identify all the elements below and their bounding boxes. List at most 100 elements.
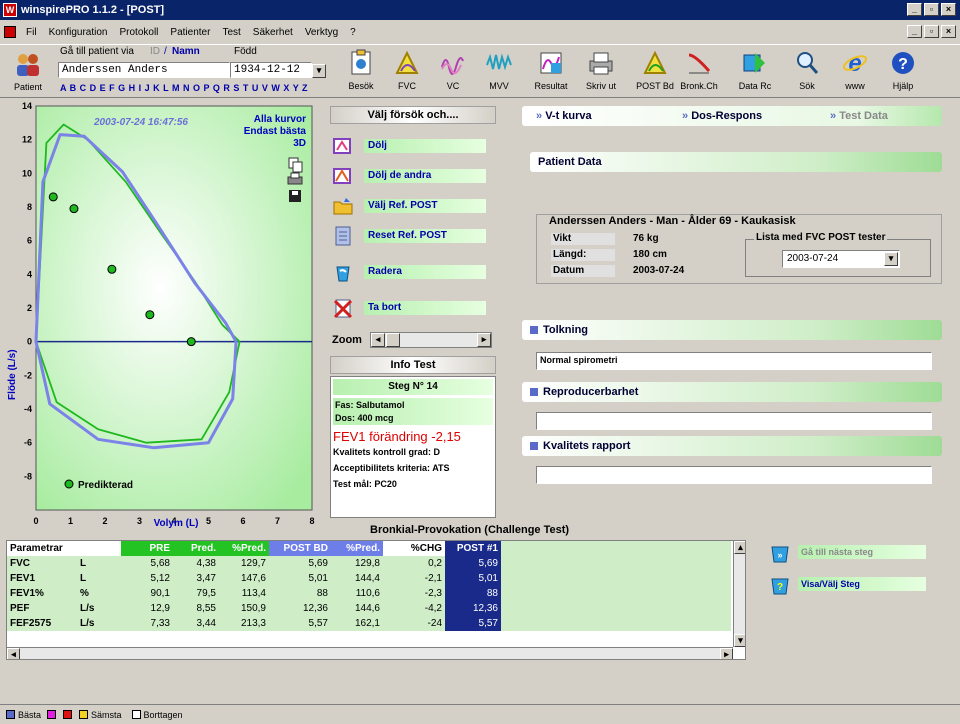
- toolbar-button-vc[interactable]: VC: [430, 46, 476, 96]
- zoom-thumb[interactable]: [386, 333, 400, 347]
- toolbar-button-results[interactable]: Resultat: [528, 46, 574, 96]
- toolbar-button-search[interactable]: Sök: [784, 46, 830, 96]
- bronk-ch-icon: [684, 48, 714, 78]
- scroll-left-arrow[interactable]: ◂: [7, 648, 20, 659]
- delete-button[interactable]: Ta bort: [330, 296, 496, 320]
- show-select-step-button[interactable]: ? Visa/Välj Steg: [766, 572, 928, 596]
- toolbar-button-help[interactable]: ? Hjälp: [880, 46, 926, 96]
- erase-button[interactable]: Radera: [330, 260, 496, 284]
- select-ref-post-button[interactable]: Välj Ref. POST: [330, 194, 496, 218]
- column-header[interactable]: POST #1: [445, 541, 501, 556]
- table-cell: 110,6: [331, 586, 383, 601]
- column-header[interactable]: %Pred.: [219, 541, 269, 556]
- tab-test-data[interactable]: » Test Data: [830, 106, 888, 126]
- height-label: Längd:: [551, 249, 615, 261]
- table-row[interactable]: FEV1%% 90,1 79,5 113,4 88 110,6 -2,3 88: [7, 586, 731, 601]
- chevron-icon: »: [682, 110, 692, 122]
- toolbar-button-data-rc[interactable]: Data Rc: [732, 46, 778, 96]
- table-row[interactable]: FVC L 5,68 4,38 129,7 5,69 129,8 0,2 5,69: [7, 556, 731, 571]
- column-header[interactable]: %CHG: [383, 541, 445, 556]
- menu-protocol[interactable]: Protokoll: [114, 27, 165, 38]
- svg-text:?: ?: [898, 56, 908, 73]
- fvc-post-select[interactable]: 2003-07-24 ▾: [782, 250, 900, 268]
- y-tick-label: -4: [24, 404, 32, 414]
- results-table-area: Parametrar PRE Pred. %Pred. POST BD %Pred. %CH…: [6, 540, 746, 660]
- close-button[interactable]: ×: [941, 3, 956, 16]
- zoom-label: Zoom: [332, 334, 362, 346]
- patient-dob-field[interactable]: 1934-12-12: [230, 62, 312, 78]
- reproducibility-field[interactable]: [536, 412, 932, 430]
- menu-tools[interactable]: Verktyg: [299, 27, 344, 38]
- all-curves-option[interactable]: Alla kurvor: [254, 114, 306, 125]
- hide-others-button[interactable]: Dölj de andra: [330, 164, 496, 188]
- column-header[interactable]: [77, 541, 121, 556]
- alphabet-index[interactable]: A B C D E F G H I J K L M N O P Q R S T …: [60, 83, 308, 93]
- zoom-left-arrow[interactable]: ◂: [371, 333, 385, 347]
- quality-report-field[interactable]: [536, 466, 932, 484]
- reset-ref-post-button[interactable]: Reset Ref. POST: [330, 224, 496, 248]
- patient-button[interactable]: Patient: [2, 47, 54, 97]
- table-cell: PEF: [7, 601, 77, 616]
- menu-help[interactable]: ?: [344, 27, 362, 38]
- table-cell: 0,2: [383, 556, 445, 571]
- predicted-point: [48, 192, 58, 202]
- mdi-close-button[interactable]: ×: [941, 25, 956, 38]
- interpretation-field[interactable]: Normal spirometri: [536, 352, 932, 370]
- mdi-restore-button[interactable]: ▫: [924, 25, 939, 38]
- patient-name-field[interactable]: Anderssen Anders: [58, 62, 230, 78]
- toolbar-button-fvc[interactable]: FVC: [384, 46, 430, 96]
- scroll-right-arrow[interactable]: ▸: [720, 648, 733, 659]
- column-header[interactable]: %Pred.: [331, 541, 383, 556]
- zoom-slider[interactable]: ◂ ▸: [370, 332, 492, 348]
- save-icon[interactable]: [289, 190, 301, 202]
- toolbar-button-mvv[interactable]: MVV: [476, 46, 522, 96]
- column-header[interactable]: PRE: [121, 541, 173, 556]
- table-row[interactable]: FEF2575 L/s 7,33 3,44 213,3 5,57 162,1 -24 5,57: [7, 616, 731, 631]
- column-header[interactable]: Parametrar: [7, 541, 77, 556]
- toolbar-button-bronk-ch[interactable]: Bronk.Ch: [676, 46, 722, 96]
- table-cell: L: [77, 556, 121, 571]
- chevron-down-icon[interactable]: ▾: [884, 252, 898, 266]
- table-row[interactable]: PEF L/s 12,9 8,55 150,9 12,36 144,6 -4,2 12,36: [7, 601, 731, 616]
- menu-test[interactable]: Test: [216, 27, 246, 38]
- menu-file[interactable]: Fil: [20, 27, 43, 38]
- vertical-scrollbar[interactable]: ▴ ▾: [733, 541, 745, 647]
- tab-dose-response[interactable]: » Dos-Respons: [682, 106, 762, 126]
- table-cell: 113,4: [219, 586, 269, 601]
- id-link[interactable]: ID: [150, 46, 160, 57]
- hide-button[interactable]: Dölj: [330, 134, 496, 158]
- mdi-minimize-button[interactable]: _: [907, 25, 922, 38]
- column-header[interactable]: POST BD: [269, 541, 331, 556]
- menu-security[interactable]: Säkerhet: [247, 27, 299, 38]
- maximize-button[interactable]: ▫: [924, 3, 939, 16]
- www-icon: e: [840, 48, 870, 78]
- toolbar-label: Hjälp: [892, 81, 914, 91]
- horizontal-scrollbar[interactable]: ◂ ▸: [7, 647, 733, 659]
- name-link[interactable]: Namn: [172, 46, 200, 57]
- table-cell: 213,3: [219, 616, 269, 631]
- chevron-down-icon[interactable]: ▾: [312, 64, 326, 78]
- goto-patient-label: Gå till patient via: [60, 46, 134, 57]
- table-cell: -4,2: [383, 601, 445, 616]
- table-cell: %: [77, 586, 121, 601]
- toolbar-button-www[interactable]: e www: [832, 46, 878, 96]
- menu-patients[interactable]: Patienter: [164, 27, 216, 38]
- toolbar-button-post-bd[interactable]: POST Bd: [632, 46, 678, 96]
- info-test-header: Info Test: [330, 356, 496, 374]
- table-row[interactable]: FEV1 L 5,12 3,47 147,6 5,01 144,4 -2,1 5,01: [7, 571, 731, 586]
- next-step-button[interactable]: » Gå till nästa steg: [766, 540, 928, 564]
- best-only-option[interactable]: Endast bästa: [244, 126, 307, 137]
- column-header[interactable]: Pred.: [173, 541, 219, 556]
- reproducibility-header: Reproducerbarhet: [522, 382, 942, 402]
- scroll-down-arrow[interactable]: ▾: [734, 634, 745, 647]
- scroll-up-arrow[interactable]: ▴: [734, 541, 745, 554]
- minimize-button[interactable]: _: [907, 3, 922, 16]
- toolbar-button-printer[interactable]: Skriv ut: [578, 46, 624, 96]
- 3d-option[interactable]: 3D: [293, 138, 306, 149]
- tab-vt-curve[interactable]: » V-t kurva: [536, 106, 592, 126]
- menu-configuration[interactable]: Konfiguration: [43, 27, 114, 38]
- toolbar-button-visit[interactable]: Besök: [338, 46, 384, 96]
- zoom-right-arrow[interactable]: ▸: [477, 333, 491, 347]
- red-swatch: [63, 710, 73, 719]
- column-header-filler: [501, 541, 731, 556]
